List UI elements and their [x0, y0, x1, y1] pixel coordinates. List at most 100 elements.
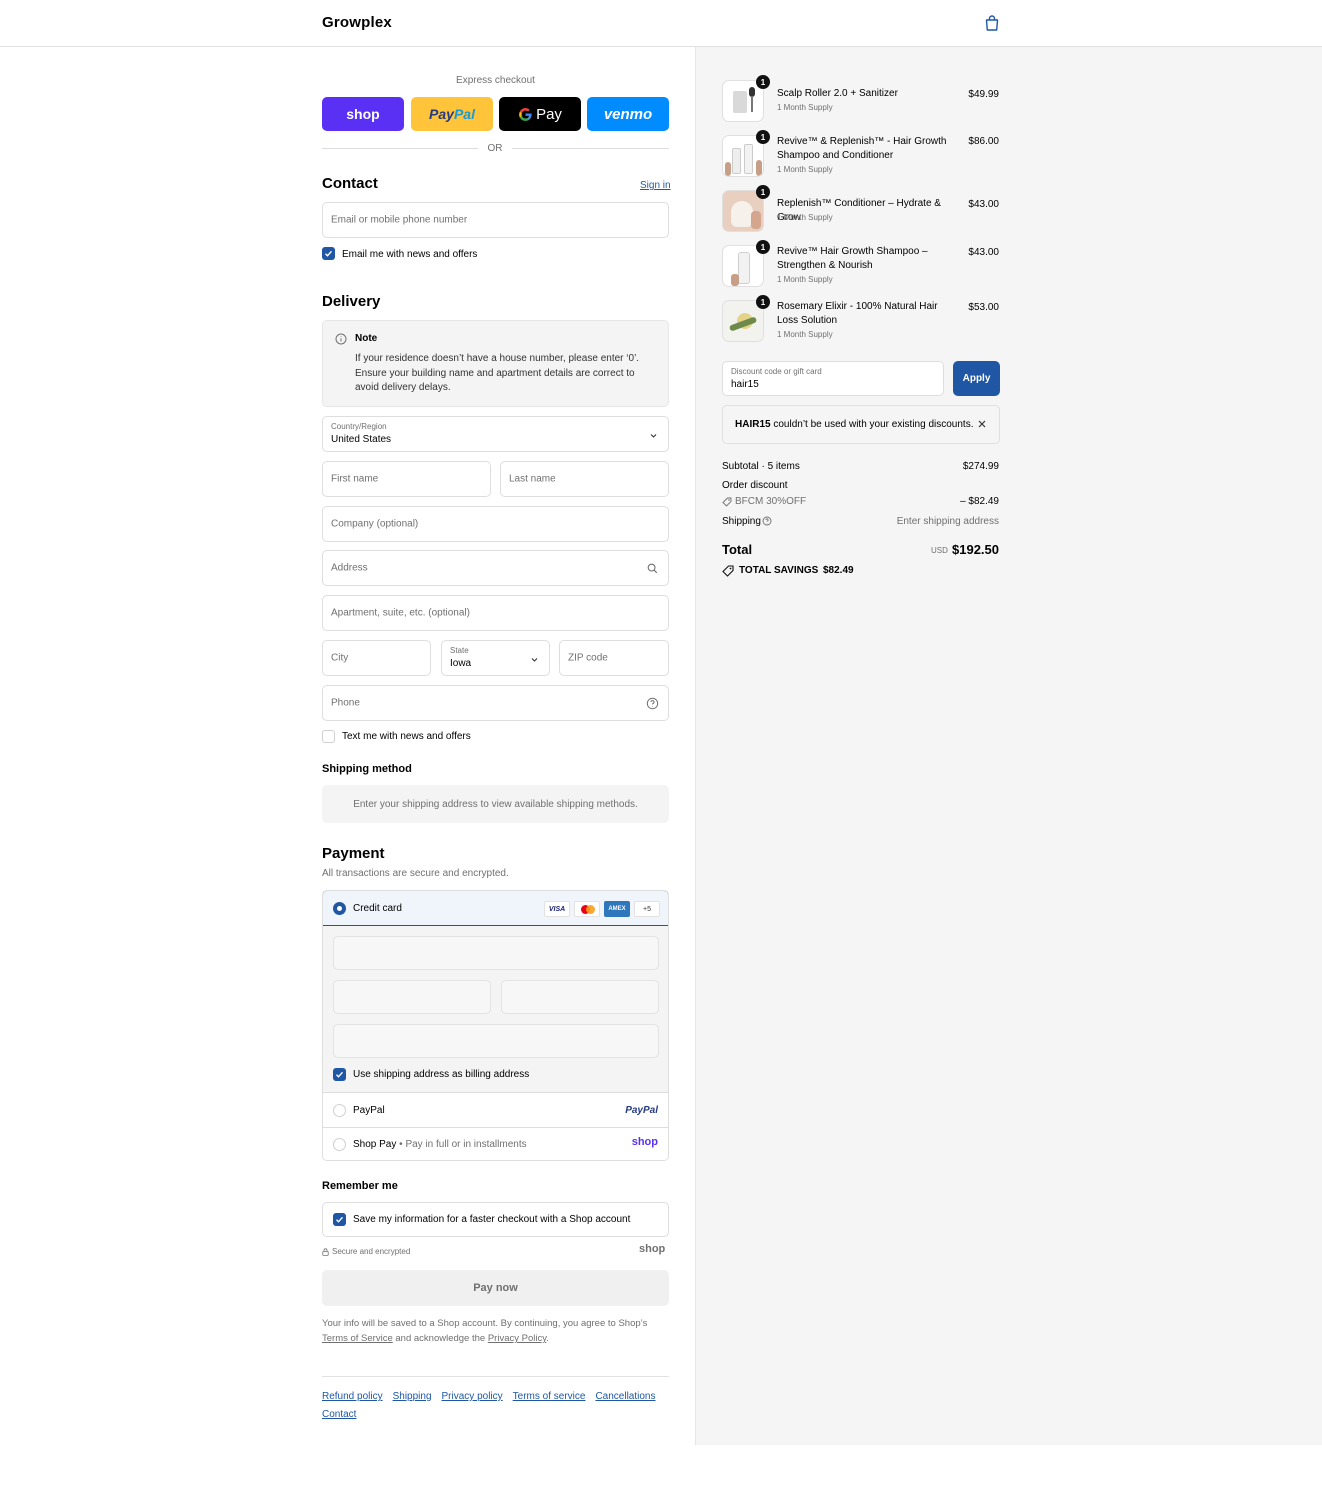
email-placeholder: Email or mobile phone number — [331, 214, 468, 226]
zip-placeholder: ZIP code — [568, 652, 608, 664]
item-price: $43.00 — [968, 247, 999, 258]
footer-divider — [322, 1376, 669, 1377]
item-name: Revive™ Hair Growth Shampoo – Strengthen… — [777, 246, 928, 271]
city-field[interactable]: City — [322, 640, 431, 676]
company-placeholder: Company (optional) — [331, 518, 419, 530]
item-variant: 1 Month Supply — [777, 213, 833, 222]
refund-policy-link[interactable]: Refund policy — [322, 1391, 383, 1402]
shop-logo: shop — [631, 1136, 658, 1148]
error-code: HAIR15 — [735, 419, 771, 430]
search-icon — [647, 563, 658, 574]
venmo-express-button[interactable]: venmo — [587, 97, 669, 131]
save-info-checkbox[interactable] — [333, 1213, 346, 1226]
total-savings-value: $82.49 — [823, 565, 854, 576]
discount-amount: – $82.49 — [960, 496, 999, 507]
savings-tag-icon — [722, 565, 734, 577]
paypal-radio[interactable] — [333, 1104, 346, 1117]
country-label: Country/Region — [331, 422, 387, 431]
card-number-field[interactable] — [333, 936, 659, 970]
billing-same-checkbox[interactable] — [333, 1068, 346, 1081]
credit-card-option[interactable]: Credit card VISA AMEX +5 — [323, 891, 668, 926]
shop-pay-title: Shop Pay — [353, 1139, 397, 1150]
terms-of-service-link[interactable]: Terms of Service — [322, 1333, 393, 1344]
paypal-express-button[interactable]: Pay Pal — [411, 97, 493, 131]
shipping-link[interactable]: Shipping — [393, 1391, 432, 1402]
close-icon[interactable] — [977, 419, 987, 429]
item-variant: 1 Month Supply — [777, 103, 833, 112]
credit-card-radio[interactable] — [333, 902, 346, 915]
shop-pay-radio[interactable] — [333, 1138, 346, 1151]
pay-now-button[interactable]: Pay now — [322, 1270, 669, 1306]
state-value: Iowa — [450, 658, 472, 669]
radio-dot — [337, 906, 342, 911]
contact-link[interactable]: Contact — [322, 1409, 356, 1420]
first-name-field[interactable]: First name — [322, 461, 491, 497]
footer-links: Refund policy Shipping Privacy policy Terms… — [322, 1388, 669, 1424]
shop-label: shop — [346, 106, 380, 122]
total-savings-label: TOTAL SAVINGS — [739, 565, 819, 576]
discount-code-field[interactable]: Discount code or gift card hair15 — [722, 361, 944, 396]
save-info-label: Save my information for a faster checkou… — [353, 1214, 631, 1225]
privacy-policy-footer-link[interactable]: Privacy policy — [442, 1391, 503, 1402]
item-price: $43.00 — [968, 199, 999, 210]
error-message: couldn’t be used with your existing disc… — [773, 419, 974, 430]
shop-pay-label: Shop Pay • Pay in full or in installment… — [353, 1139, 527, 1150]
item-price: $86.00 — [968, 136, 999, 147]
phone-field[interactable]: Phone — [322, 685, 669, 721]
contact-title: Contact — [322, 175, 378, 192]
quantity-badge: 1 — [756, 185, 770, 199]
email-news-checkbox[interactable] — [322, 247, 335, 260]
note-title: Note — [355, 333, 378, 344]
delivery-note-box: Note If your residence doesn’t have a ho… — [322, 320, 669, 407]
paypal-label: PayPal — [353, 1105, 385, 1116]
checkmark-icon — [336, 1071, 344, 1078]
text-news-checkbox[interactable] — [322, 730, 335, 743]
or-divider-label: OR — [487, 143, 503, 154]
paypal-option[interactable]: PayPal PayPal — [323, 1092, 668, 1127]
sign-in-link[interactable]: Sign in — [640, 180, 671, 191]
checkmark-icon — [325, 250, 333, 257]
email-field[interactable]: Email or mobile phone number — [322, 202, 669, 238]
card-cvv-field[interactable] — [501, 980, 659, 1014]
state-select[interactable]: State Iowa — [441, 640, 550, 676]
total-label: Total — [722, 542, 753, 557]
apply-button[interactable]: Apply — [953, 361, 1000, 396]
apartment-field[interactable]: Apartment, suite, etc. (optional) — [322, 595, 669, 631]
shop-pay-option[interactable]: Shop Pay • Pay in full or in installment… — [323, 1127, 668, 1160]
checkmark-icon — [336, 1216, 344, 1223]
subtotal-label: Subtotal · 5 items — [722, 461, 800, 472]
discount-error-text: HAIR15 couldn’t be used with your existi… — [735, 419, 973, 430]
terms-footer-link[interactable]: Terms of service — [513, 1391, 586, 1402]
help-circle-icon[interactable] — [646, 697, 659, 710]
card-expiry-field[interactable] — [333, 980, 491, 1014]
shipping-label: Shipping — [722, 516, 761, 527]
lock-icon — [322, 1248, 329, 1256]
help-circle-icon[interactable] — [762, 516, 772, 526]
address-field[interactable]: Address — [322, 550, 669, 586]
discount-code-label: Discount code or gift card — [731, 367, 822, 376]
shopping-bag-icon[interactable] — [983, 14, 1001, 32]
last-name-placeholder: Last name — [509, 473, 556, 485]
country-select[interactable]: Country/Region United States — [322, 416, 669, 452]
gpay-label: Pay — [536, 105, 562, 123]
mastercard-icon — [574, 901, 600, 917]
last-name-field[interactable]: Last name — [500, 461, 669, 497]
info-icon — [335, 333, 347, 345]
tag-icon — [722, 497, 732, 507]
city-placeholder: City — [331, 652, 349, 664]
billing-same-label: Use shipping address as billing address — [353, 1069, 530, 1080]
payment-methods: Credit card VISA AMEX +5 Use shipping ad… — [322, 890, 669, 1161]
cancellations-link[interactable]: Cancellations — [595, 1391, 655, 1402]
google-pay-express-button[interactable]: Pay — [499, 97, 581, 131]
brand-logo[interactable]: Growplex — [322, 14, 392, 31]
zip-field[interactable]: ZIP code — [559, 640, 669, 676]
credit-card-label: Credit card — [353, 903, 402, 914]
shop-pay-express-button[interactable]: shop — [322, 97, 404, 131]
company-field[interactable]: Company (optional) — [322, 506, 669, 542]
card-name-field[interactable] — [333, 1024, 659, 1058]
privacy-policy-link[interactable]: Privacy Policy — [488, 1333, 546, 1344]
item-price: $49.99 — [968, 89, 999, 100]
item-name: Rosemary Elixir - 100% Natural Hair Loss… — [777, 301, 938, 326]
currency-label: USD — [931, 546, 948, 555]
quantity-badge: 1 — [756, 240, 770, 254]
